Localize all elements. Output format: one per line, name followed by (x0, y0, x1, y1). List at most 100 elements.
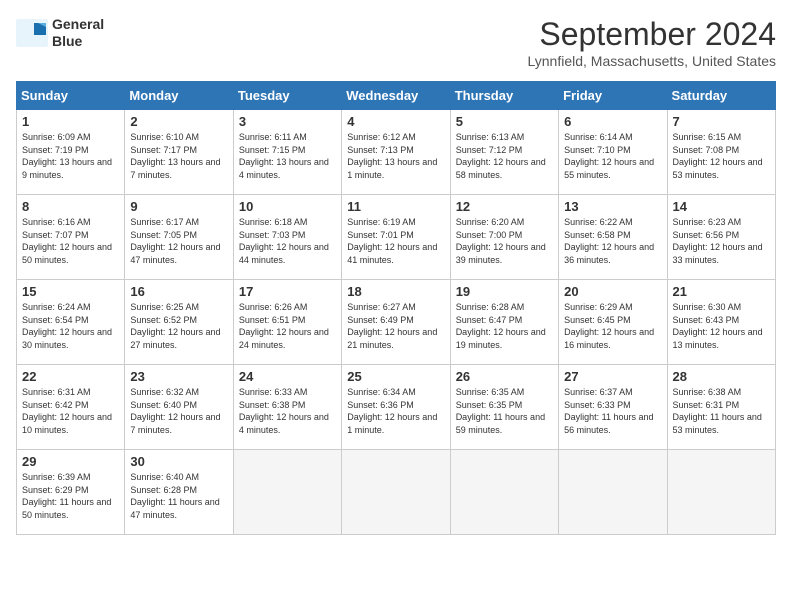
day-number: 4 (347, 114, 444, 129)
day-number: 19 (456, 284, 553, 299)
day-sun-info: Sunrise: 6:39 AMSunset: 6:29 PMDaylight:… (22, 471, 119, 521)
day-sun-info: Sunrise: 6:10 AMSunset: 7:17 PMDaylight:… (130, 131, 227, 181)
calendar-week-row: 22Sunrise: 6:31 AMSunset: 6:42 PMDayligh… (17, 365, 776, 450)
day-number: 2 (130, 114, 227, 129)
calendar-day-cell (559, 450, 667, 535)
day-number: 12 (456, 199, 553, 214)
day-number: 9 (130, 199, 227, 214)
day-number: 13 (564, 199, 661, 214)
calendar-day-cell (667, 450, 775, 535)
calendar-day-cell: 6 Sunrise: 6:14 AMSunset: 7:10 PMDaylight… (559, 110, 667, 195)
calendar-day-cell: 14 Sunrise: 6:23 AMSunset: 6:56 PMDayligh… (667, 195, 775, 280)
logo-icon (16, 19, 48, 47)
day-number: 10 (239, 199, 336, 214)
day-sun-info: Sunrise: 6:25 AMSunset: 6:52 PMDaylight:… (130, 301, 227, 351)
calendar-day-cell: 29 Sunrise: 6:39 AMSunset: 6:29 PMDayligh… (17, 450, 125, 535)
calendar-day-cell (450, 450, 558, 535)
calendar-week-row: 1 Sunrise: 6:09 AMSunset: 7:19 PMDaylight… (17, 110, 776, 195)
calendar-day-cell: 10 Sunrise: 6:18 AMSunset: 7:03 PMDayligh… (233, 195, 341, 280)
day-number: 20 (564, 284, 661, 299)
day-number: 6 (564, 114, 661, 129)
day-number: 25 (347, 369, 444, 384)
day-number: 28 (673, 369, 770, 384)
calendar-day-cell: 13 Sunrise: 6:22 AMSunset: 6:58 PMDayligh… (559, 195, 667, 280)
day-number: 23 (130, 369, 227, 384)
day-sun-info: Sunrise: 6:31 AMSunset: 6:42 PMDaylight:… (22, 386, 119, 436)
calendar-day-cell: 15Sunrise: 6:24 AMSunset: 6:54 PMDayligh… (17, 280, 125, 365)
logo-text-line1: General (52, 16, 104, 33)
calendar-day-cell: 26Sunrise: 6:35 AMSunset: 6:35 PMDayligh… (450, 365, 558, 450)
day-number: 15 (22, 284, 119, 299)
page-header: General Blue September 2024 Lynnfield, M… (16, 16, 776, 69)
day-sun-info: Sunrise: 6:18 AMSunset: 7:03 PMDaylight:… (239, 216, 336, 266)
day-number: 27 (564, 369, 661, 384)
day-sun-info: Sunrise: 6:15 AMSunset: 7:08 PMDaylight:… (673, 131, 770, 181)
calendar-day-cell: 18 Sunrise: 6:27 AMSunset: 6:49 PMDayligh… (342, 280, 450, 365)
day-sun-info: Sunrise: 6:20 AMSunset: 7:00 PMDaylight:… (456, 216, 553, 266)
calendar-week-row: 8 Sunrise: 6:16 AMSunset: 7:07 PMDaylight… (17, 195, 776, 280)
day-sun-info: Sunrise: 6:34 AMSunset: 6:36 PMDaylight:… (347, 386, 444, 436)
calendar-week-row: 29 Sunrise: 6:39 AMSunset: 6:29 PMDayligh… (17, 450, 776, 535)
calendar-day-cell: 20 Sunrise: 6:29 AMSunset: 6:45 PMDayligh… (559, 280, 667, 365)
day-number: 14 (673, 199, 770, 214)
day-sun-info: Sunrise: 6:40 AMSunset: 6:28 PMDaylight:… (130, 471, 227, 521)
day-number: 29 (22, 454, 119, 469)
day-number: 24 (239, 369, 336, 384)
day-sun-info: Sunrise: 6:27 AMSunset: 6:49 PMDaylight:… (347, 301, 444, 351)
weekday-header-wednesday: Wednesday (342, 82, 450, 110)
day-number: 7 (673, 114, 770, 129)
calendar-day-cell: 21 Sunrise: 6:30 AMSunset: 6:43 PMDayligh… (667, 280, 775, 365)
day-sun-info: Sunrise: 6:09 AMSunset: 7:19 PMDaylight:… (22, 131, 119, 181)
day-sun-info: Sunrise: 6:38 AMSunset: 6:31 PMDaylight:… (673, 386, 770, 436)
calendar-day-cell: 5 Sunrise: 6:13 AMSunset: 7:12 PMDaylight… (450, 110, 558, 195)
day-number: 11 (347, 199, 444, 214)
day-number: 1 (22, 114, 119, 129)
weekday-header-monday: Monday (125, 82, 233, 110)
calendar-day-cell: 23 Sunrise: 6:32 AMSunset: 6:40 PMDayligh… (125, 365, 233, 450)
day-sun-info: Sunrise: 6:22 AMSunset: 6:58 PMDaylight:… (564, 216, 661, 266)
day-sun-info: Sunrise: 6:29 AMSunset: 6:45 PMDaylight:… (564, 301, 661, 351)
calendar-day-cell: 8 Sunrise: 6:16 AMSunset: 7:07 PMDaylight… (17, 195, 125, 280)
day-number: 16 (130, 284, 227, 299)
day-number: 5 (456, 114, 553, 129)
day-sun-info: Sunrise: 6:11 AMSunset: 7:15 PMDaylight:… (239, 131, 336, 181)
weekday-header-thursday: Thursday (450, 82, 558, 110)
day-sun-info: Sunrise: 6:32 AMSunset: 6:40 PMDaylight:… (130, 386, 227, 436)
day-sun-info: Sunrise: 6:17 AMSunset: 7:05 PMDaylight:… (130, 216, 227, 266)
calendar-day-cell: 12 Sunrise: 6:20 AMSunset: 7:00 PMDayligh… (450, 195, 558, 280)
day-sun-info: Sunrise: 6:14 AMSunset: 7:10 PMDaylight:… (564, 131, 661, 181)
weekday-header-row: SundayMondayTuesdayWednesdayThursdayFrid… (17, 82, 776, 110)
day-sun-info: Sunrise: 6:19 AMSunset: 7:01 PMDaylight:… (347, 216, 444, 266)
calendar-week-row: 15Sunrise: 6:24 AMSunset: 6:54 PMDayligh… (17, 280, 776, 365)
calendar-day-cell: 27 Sunrise: 6:37 AMSunset: 6:33 PMDayligh… (559, 365, 667, 450)
calendar-day-cell: 11 Sunrise: 6:19 AMSunset: 7:01 PMDayligh… (342, 195, 450, 280)
day-number: 21 (673, 284, 770, 299)
day-number: 17 (239, 284, 336, 299)
weekday-header-friday: Friday (559, 82, 667, 110)
calendar-day-cell (342, 450, 450, 535)
day-sun-info: Sunrise: 6:28 AMSunset: 6:47 PMDaylight:… (456, 301, 553, 351)
calendar-day-cell: 28 Sunrise: 6:38 AMSunset: 6:31 PMDayligh… (667, 365, 775, 450)
calendar-day-cell: 25 Sunrise: 6:34 AMSunset: 6:36 PMDayligh… (342, 365, 450, 450)
calendar-day-cell: 4 Sunrise: 6:12 AMSunset: 7:13 PMDaylight… (342, 110, 450, 195)
calendar-table: SundayMondayTuesdayWednesdayThursdayFrid… (16, 81, 776, 535)
weekday-header-tuesday: Tuesday (233, 82, 341, 110)
calendar-day-cell: 9 Sunrise: 6:17 AMSunset: 7:05 PMDaylight… (125, 195, 233, 280)
day-number: 30 (130, 454, 227, 469)
day-sun-info: Sunrise: 6:23 AMSunset: 6:56 PMDaylight:… (673, 216, 770, 266)
calendar-day-cell: 1 Sunrise: 6:09 AMSunset: 7:19 PMDaylight… (17, 110, 125, 195)
calendar-day-cell: 2 Sunrise: 6:10 AMSunset: 7:17 PMDaylight… (125, 110, 233, 195)
day-number: 8 (22, 199, 119, 214)
day-sun-info: Sunrise: 6:37 AMSunset: 6:33 PMDaylight:… (564, 386, 661, 436)
calendar-day-cell (233, 450, 341, 535)
title-block: September 2024 Lynnfield, Massachusetts,… (528, 16, 777, 69)
day-sun-info: Sunrise: 6:16 AMSunset: 7:07 PMDaylight:… (22, 216, 119, 266)
calendar-day-cell: 17Sunrise: 6:26 AMSunset: 6:51 PMDayligh… (233, 280, 341, 365)
day-sun-info: Sunrise: 6:12 AMSunset: 7:13 PMDaylight:… (347, 131, 444, 181)
calendar-day-cell: 3Sunrise: 6:11 AMSunset: 7:15 PMDaylight… (233, 110, 341, 195)
day-sun-info: Sunrise: 6:13 AMSunset: 7:12 PMDaylight:… (456, 131, 553, 181)
day-sun-info: Sunrise: 6:30 AMSunset: 6:43 PMDaylight:… (673, 301, 770, 351)
day-number: 18 (347, 284, 444, 299)
calendar-day-cell: 22Sunrise: 6:31 AMSunset: 6:42 PMDayligh… (17, 365, 125, 450)
calendar-day-cell: 7 Sunrise: 6:15 AMSunset: 7:08 PMDaylight… (667, 110, 775, 195)
